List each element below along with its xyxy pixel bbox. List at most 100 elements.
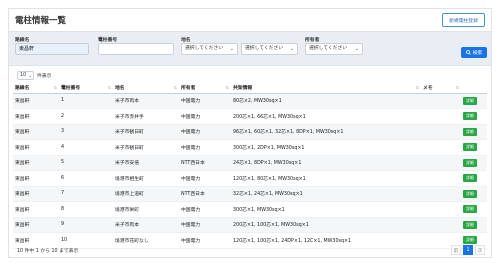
column-header-attachment[interactable]: 共架情報 ⇅	[231, 83, 421, 94]
next-page-button[interactable]: 次	[475, 245, 485, 255]
sort-icon: ⇅	[107, 85, 111, 90]
cell-pole-number: 10	[59, 232, 113, 249]
table-row: 東昌軒 10 境港市花町なし 中国電力 120芯×1, 100芯×1, 24DP…	[13, 232, 487, 249]
area-select-1-value: 選択してください	[185, 46, 224, 51]
cell-area: 米子市両本	[113, 217, 179, 233]
cell-owner: 中国電力	[179, 93, 231, 109]
cell-action: 詳細	[461, 201, 487, 218]
prev-page-button[interactable]: 前	[451, 245, 461, 255]
length-control: 10 ⌄ 件表示	[17, 71, 51, 80]
detail-button[interactable]: 詳細	[463, 236, 477, 245]
table-info: 10 件中 1 から 10 まで表示	[17, 249, 79, 254]
detail-button[interactable]: 詳細	[463, 189, 477, 198]
cell-route: 東昌軒	[13, 93, 59, 109]
detail-button[interactable]: 詳細	[463, 96, 477, 105]
cell-memo	[421, 139, 461, 156]
length-select[interactable]: 10 ⌄	[17, 71, 34, 80]
detail-button[interactable]: 詳細	[463, 112, 477, 121]
owner-select[interactable]: 選択してください ⌄	[305, 43, 363, 55]
cell-area: 米子市両本	[113, 93, 179, 109]
cell-area: 米子市観日町	[113, 139, 179, 156]
page-button-1[interactable]: 1	[463, 245, 473, 255]
table-row: 東昌軒 4 米子市観日町 中国電力 300芯×1, 2DP×1, MW30sq×…	[13, 139, 487, 156]
search-button[interactable]: 検索	[461, 47, 487, 58]
cell-owner: 中国電力	[179, 124, 231, 140]
cell-pole-number: 6	[59, 170, 113, 187]
cell-action: 詳細	[461, 155, 487, 171]
pole-number-input[interactable]	[98, 43, 174, 55]
page-header: 電柱情報一覧 新規電柱登録	[9, 9, 491, 31]
cell-route: 東昌軒	[13, 155, 59, 171]
cell-route: 東昌軒	[13, 108, 59, 125]
search-button-label: 検索	[472, 51, 483, 56]
cell-route: 東昌軒	[13, 170, 59, 187]
sort-icon: ⇅	[225, 85, 229, 90]
cell-pole-number: 2	[59, 108, 113, 125]
sort-icon: ⇅	[455, 85, 459, 90]
detail-button[interactable]: 詳細	[463, 174, 477, 183]
cell-attachment: 120芯×1, 80芯×1, MW30sq×1	[231, 170, 421, 187]
chevron-down-icon: ⌄	[289, 46, 294, 52]
detail-button[interactable]: 詳細	[463, 143, 477, 152]
cell-memo	[421, 124, 461, 140]
cell-area: 境港市花町なし	[113, 232, 179, 249]
cell-pole-number: 5	[59, 155, 113, 171]
cell-memo	[421, 186, 461, 202]
cell-action: 詳細	[461, 139, 487, 156]
pole-number-label: 電柱番号	[98, 38, 118, 43]
cell-action: 詳細	[461, 124, 487, 140]
column-header-pole-number[interactable]: 電柱番号 ⇅	[59, 83, 113, 94]
sort-icon: ⇅	[173, 85, 177, 90]
chevron-down-icon: ⌄	[28, 73, 32, 78]
cell-attachment: 120芯×1, 100芯×1, 24DP×1, 12C×1, MW30sq×1	[231, 232, 421, 249]
cell-owner: 中国電力	[179, 170, 231, 187]
detail-button[interactable]: 詳細	[463, 205, 477, 214]
cell-area: 米子市観日町	[113, 124, 179, 140]
table-header-row: 路線名 ⇅ 電柱番号 ⇅ 地名 ⇅ 所有者 ⇅ 共架情報 ⇅ メモ ⇅	[13, 83, 487, 94]
cell-pole-number: 9	[59, 217, 113, 233]
column-header-owner[interactable]: 所有者 ⇅	[179, 83, 231, 94]
detail-button[interactable]: 詳細	[463, 220, 477, 229]
filter-panel: 路線名 東昌軒 電柱番号 地名 選択してください ⌄ 選択してください ⌄ 所有…	[9, 31, 491, 66]
column-header-action	[461, 83, 487, 94]
table-row: 東昌軒 2 米子市赤井手 中国電力 200芯×1, 66芯×1, MW30sq×…	[13, 108, 487, 125]
cell-owner: NTT西日本	[179, 186, 231, 202]
cell-action: 詳細	[461, 170, 487, 187]
table-row: 東昌軒 5 米子市安倍 NTT西日本 24芯×1, 8DP×1, MW30sq×…	[13, 155, 487, 171]
cell-memo	[421, 201, 461, 218]
cell-memo	[421, 155, 461, 171]
area-select-2[interactable]: 選択してください ⌄	[241, 43, 298, 55]
table-row: 東昌軒 7 境港市上道町 NTT西日本 32芯×1, 24芯×1, MW30sq…	[13, 186, 487, 202]
chevron-down-icon: ⌄	[229, 46, 234, 52]
new-pole-button[interactable]: 新規電柱登録	[442, 13, 485, 27]
cell-memo	[421, 93, 461, 109]
area-label: 地名	[181, 38, 191, 43]
cell-memo	[421, 170, 461, 187]
cell-route: 東昌軒	[13, 139, 59, 156]
cell-attachment: 24芯×1, 8DP×1, MW30sq×1	[231, 155, 421, 171]
cell-pole-number: 3	[59, 124, 113, 140]
cell-route: 東昌軒	[13, 232, 59, 249]
area-select-2-value: 選択してください	[245, 46, 284, 51]
column-header-memo[interactable]: メモ ⇅	[421, 83, 461, 94]
cell-owner: 中国電力	[179, 217, 231, 233]
cell-owner: 中国電力	[179, 108, 231, 125]
owner-label: 所有者	[305, 38, 320, 43]
table-row: 東昌軒 8 境港市栄町 中国電力 300芯×1, MW30sq×1 詳細	[13, 201, 487, 218]
cell-route: 東昌軒	[13, 217, 59, 233]
cell-owner: 中国電力	[179, 232, 231, 249]
search-icon	[465, 50, 471, 55]
area-select-1[interactable]: 選択してください ⌄	[181, 43, 238, 55]
column-header-area[interactable]: 地名 ⇅	[113, 83, 179, 94]
route-input[interactable]: 東昌軒	[15, 43, 89, 55]
column-header-label: 共架情報	[233, 86, 253, 92]
cell-pole-number: 4	[59, 139, 113, 156]
sort-icon: ⇅	[53, 85, 57, 90]
cell-route: 東昌軒	[13, 201, 59, 218]
cell-owner: 中国電力	[179, 201, 231, 218]
detail-button[interactable]: 詳細	[463, 158, 477, 167]
column-header-route[interactable]: 路線名 ⇅	[13, 83, 59, 94]
detail-button[interactable]: 詳細	[463, 127, 477, 136]
table-row: 東昌軒 9 米子市両本 中国電力 200芯×1, 100芯×1, MW30sq×…	[13, 217, 487, 233]
table-row: 東昌軒 6 境港市相生町 中国電力 120芯×1, 80芯×1, MW30sq×…	[13, 170, 487, 187]
